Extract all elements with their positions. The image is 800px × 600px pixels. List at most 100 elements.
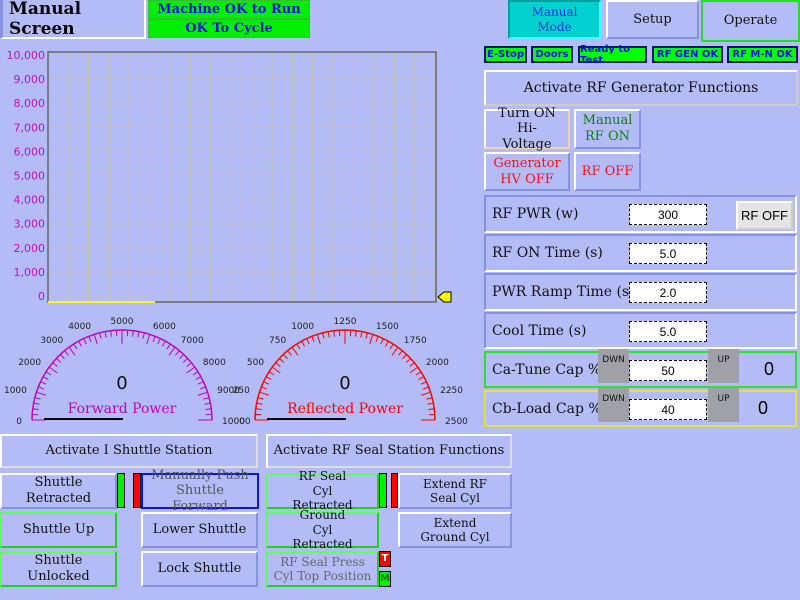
forward-gauge-tick (199, 386, 206, 390)
forward-gauge-tick (78, 340, 82, 347)
forward-gauge-tick (137, 331, 140, 338)
rf-seal-extend-indicator (391, 473, 398, 508)
forward-gauge-tick (186, 362, 192, 367)
reflected-gauge-label: 2000 (426, 358, 449, 368)
ca-tune-label: Ca-Tune Cap % (492, 361, 602, 378)
reflected-gauge-tick (391, 346, 399, 356)
forward-gauge-tick (182, 358, 188, 363)
press-top-t-indicator: T (379, 551, 391, 567)
cb-load-input[interactable]: 40 (629, 399, 707, 420)
reflected-gauge-tick (402, 354, 407, 360)
extend-rf-seal-cyl-button[interactable]: Extend RF Seal Cyl (398, 473, 512, 509)
reflected-gauge-tick (271, 366, 281, 374)
reflected-gauge-label: 1500 (376, 322, 399, 332)
ca-tune-input[interactable]: 50 (629, 360, 707, 381)
cool-time-label: Cool Time (s) (492, 322, 587, 339)
reflected-gauge-tick (360, 331, 363, 338)
reflected-gauge-tick (265, 376, 272, 380)
reflected-gauge-tick (389, 343, 394, 350)
rf-pwr-label: RF PWR (w) (492, 206, 579, 222)
forward-gauge-tick (168, 346, 176, 356)
reflected-gauge-tick (259, 391, 270, 396)
lock-shuttle-button[interactable]: Lock Shuttle (141, 551, 258, 587)
y-tick-label: 5,000 (14, 170, 46, 183)
forward-gauge-tick (146, 334, 151, 345)
rf-pwr-off-button[interactable]: RF OFF (736, 201, 793, 230)
shuttle-up-button[interactable]: Shuttle Up (0, 512, 117, 548)
forward-gauge-tick (192, 371, 199, 376)
manual-rf-on-button[interactable]: Manual RF ON (574, 109, 641, 149)
rf-seal-retracted-indicator (379, 473, 387, 508)
cb-load-row: Cb-Load Cap % 40 DWN UP 0 (484, 388, 797, 427)
reflected-gauge-tick (279, 358, 285, 363)
reflected-gauge-tick (365, 332, 368, 339)
reflected-gauge-label: 2250 (440, 386, 463, 396)
rf-seal-press-top-button[interactable]: RF Seal Press Cyl Top Position (266, 551, 379, 587)
forward-gauge-tick (110, 330, 112, 337)
forward-gauge-tick (68, 346, 76, 356)
forward-gauge-tick (45, 371, 52, 376)
ramp-time-input[interactable]: 2.0 (629, 282, 707, 303)
forward-gauge-tick (93, 334, 98, 345)
manual-mode-button[interactable]: Manual Mode (508, 0, 601, 39)
reflected-gauge-tick (426, 397, 433, 400)
forward-gauge-tick (195, 376, 202, 380)
reflected-gauge-tick (375, 336, 379, 343)
reflected-gauge-tick (409, 362, 415, 367)
forward-gauge-label: 3000 (40, 336, 63, 346)
forward-gauge-tick (104, 331, 107, 338)
y-tick-label: 10,000 (7, 49, 46, 62)
forward-gauge-tick (142, 332, 145, 339)
ground-cyl-retracted-button[interactable]: Ground Cyl Retracted (266, 508, 379, 551)
forward-gauge-tick (166, 343, 171, 350)
extend-ground-cyl-button[interactable]: Extend Ground Cyl (398, 512, 512, 548)
generator-hv-off-button[interactable]: Generator HV OFF (484, 152, 570, 191)
shuttle-retracted-button[interactable]: Shuttle Retracted (0, 473, 117, 509)
ready-to-test-badge: Ready to Test (578, 44, 647, 66)
push-forward-indicator (133, 473, 141, 508)
shuttle-station-header[interactable]: Activate I Shuttle Station (0, 434, 258, 468)
forward-gauge-tick (33, 402, 40, 405)
forward-gauge-label: 2000 (18, 358, 41, 368)
forward-gauge-tick (64, 350, 69, 356)
reflected-gauge-label: 2500 (445, 417, 468, 427)
ca-tune-down-button[interactable]: DWN (598, 349, 629, 383)
reflected-gauge-tick (283, 354, 288, 360)
reflected-gauge-tick (301, 340, 305, 347)
forward-gauge-value: 0 (116, 373, 127, 394)
rf-on-time-input[interactable]: 5.0 (629, 243, 707, 264)
turn-on-hv-button[interactable]: Turn ON Hi-Voltage (484, 106, 570, 152)
forward-gauge-tick (40, 381, 47, 385)
forward-gauge-label: 4000 (68, 322, 91, 332)
doors-badge: Doors (531, 46, 573, 63)
cool-time-input[interactable]: 5.0 (629, 321, 707, 342)
shuttle-unlocked-button[interactable]: Shuttle Unlocked (0, 551, 117, 587)
cb-load-label: Cb-Load Cap % (492, 400, 602, 417)
forward-gauge-tick (73, 343, 78, 350)
cb-load-down-button[interactable]: DWN (598, 388, 629, 422)
cursor-marker-icon (437, 291, 452, 303)
operate-button[interactable]: Operate (701, 0, 800, 42)
ca-tune-up-button[interactable]: UP (708, 349, 739, 383)
machine-ok-status: Machine OK to Run (148, 0, 310, 19)
reflected-gauge-tick (418, 376, 425, 380)
reflected-gauge-title: Reflected Power (287, 401, 403, 417)
y-tick-label: 4,000 (14, 194, 46, 207)
lower-shuttle-button[interactable]: Lower Shuttle (141, 512, 258, 548)
rf-pwr-input[interactable]: 300 (629, 204, 707, 225)
reflected-gauge-tick (268, 371, 275, 376)
rf-seal-cyl-retracted-button[interactable]: RF Seal Cyl Retracted (266, 469, 379, 512)
forward-gauge-label: 5000 (111, 317, 134, 327)
setup-button[interactable]: Setup (606, 0, 699, 39)
forward-gauge-tick (34, 397, 41, 400)
forward-gauge-tick (132, 330, 134, 337)
rf-seal-station-header[interactable]: Activate RF Seal Station Functions (266, 434, 512, 468)
push-shuttle-forward-button[interactable]: Manually Push Shuttle Forward (141, 468, 259, 514)
rf-generator-header[interactable]: Activate RF Generator Functions (484, 70, 798, 106)
cb-load-up-button[interactable]: UP (708, 388, 739, 422)
reflected-gauge-tick (405, 358, 411, 363)
rf-off-button[interactable]: RF OFF (574, 152, 641, 191)
reflected-gauge-tick (287, 350, 292, 356)
reflected-gauge-label: 0 (239, 417, 245, 427)
reflected-gauge-tick (322, 332, 325, 339)
